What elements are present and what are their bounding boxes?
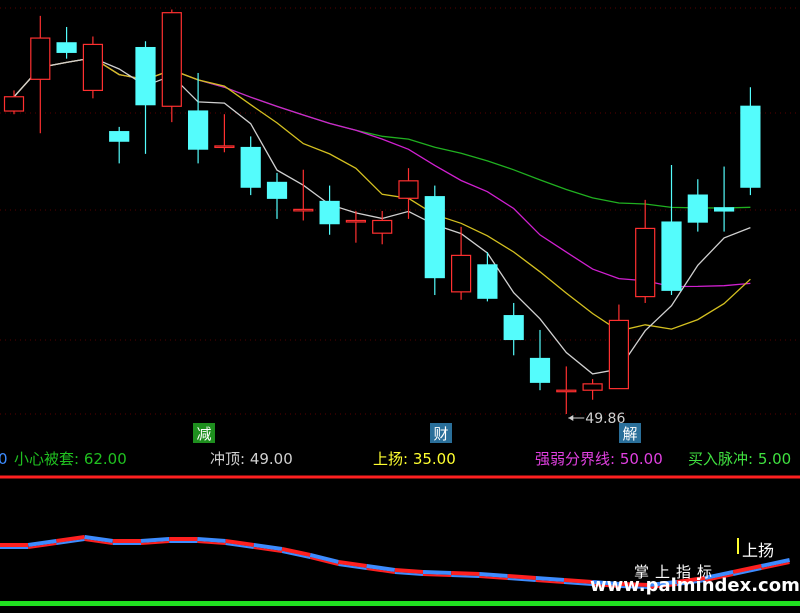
candle-body (82, 43, 104, 92)
signal-marker-text: 财 (433, 425, 448, 443)
candle-body (529, 357, 551, 383)
indicator-segment (563, 578, 593, 584)
candle-body (188, 110, 209, 150)
legend-item-3: 上扬: 35.00 (373, 450, 456, 468)
candle-body (319, 200, 340, 225)
indicator-segment (140, 537, 170, 543)
candle-body (582, 383, 603, 391)
candle-body (3, 96, 25, 112)
indicator-segment (535, 576, 565, 582)
indicator-segment (422, 570, 452, 575)
indicator-segment-shadow (422, 574, 452, 577)
candle-body (56, 42, 77, 53)
indicator-segment (479, 572, 508, 578)
candle-body (135, 46, 156, 106)
candle-body (240, 146, 261, 188)
legend-item-0: 0 (0, 450, 8, 468)
candle-body (740, 105, 761, 188)
candle-body (345, 219, 366, 223)
candle-body (503, 315, 524, 341)
candle-body (214, 145, 235, 149)
candle-body (30, 37, 51, 80)
indicator-label: 上扬 (742, 541, 774, 560)
low-arrow-head (568, 415, 574, 421)
indicator-legend: 0 小心被套: 62.00 冲顶: 49.00 上扬: 35.00 强弱分界线:… (0, 447, 800, 471)
candle-body (687, 194, 708, 223)
candle-body (161, 12, 182, 107)
candle-body (372, 219, 393, 234)
indicator-segment (394, 568, 424, 574)
indicator-segment (197, 537, 226, 543)
signal-marker-text: 解 (622, 425, 637, 443)
candlestick-chart: 49.86减财解上扬 (0, 7, 800, 606)
indicator-segment-shadow (451, 575, 480, 578)
legend-item-4: 强弱分界线: 50.00 (535, 450, 663, 468)
candle-body (608, 319, 630, 390)
candle-body (713, 207, 735, 212)
legend-item-5: 买入脉冲: 5.00 (688, 450, 792, 468)
candle-body (398, 180, 419, 199)
signal-marker-text: 减 (196, 425, 211, 443)
candle-body (266, 181, 288, 199)
candle-body (477, 264, 498, 299)
indicator-segment (507, 574, 536, 580)
bottom-bar (0, 601, 800, 606)
candle-body (451, 254, 472, 293)
candle-body (109, 131, 130, 142)
candle-body (556, 389, 577, 393)
candle-body (293, 208, 314, 212)
legend-item-1: 小心被套: 62.00 (14, 450, 127, 468)
candle-body (424, 196, 445, 279)
watermark-url: www.palmindex.com (590, 575, 800, 596)
candle-body (661, 221, 682, 291)
legend-item-2: 冲顶: 49.00 (210, 450, 293, 468)
candle-body (635, 227, 656, 298)
indicator-segment (451, 571, 480, 576)
